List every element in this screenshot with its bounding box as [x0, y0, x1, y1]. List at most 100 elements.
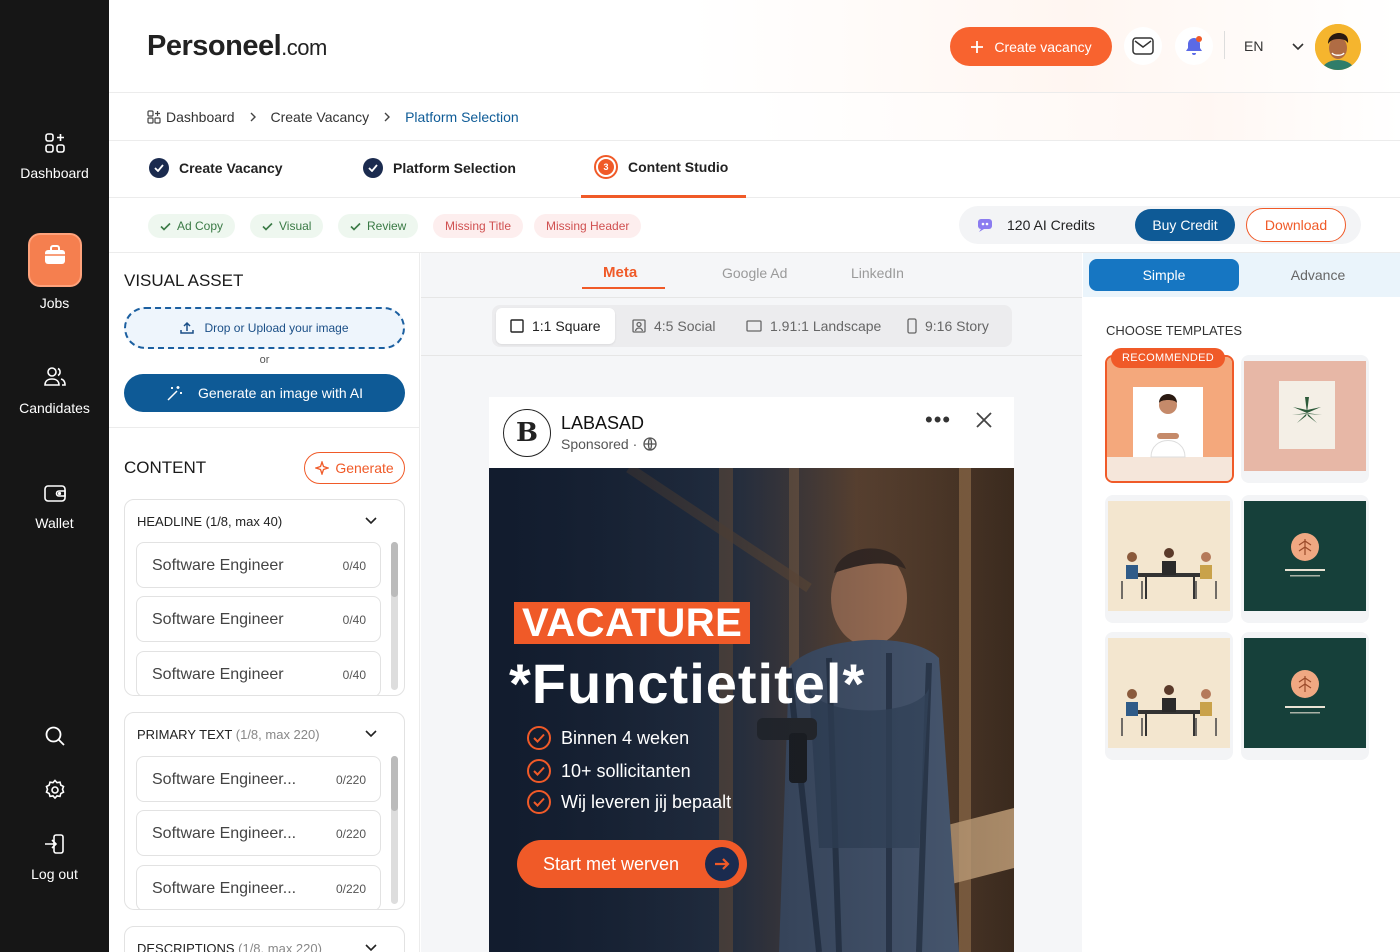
- breadcrumb-create-vacancy[interactable]: Create Vacancy: [271, 109, 370, 125]
- credits-label: 120 AI Credits: [1007, 217, 1095, 233]
- sidebar-item-jobs[interactable]: Jobs: [0, 233, 109, 311]
- step-label: Platform Selection: [393, 160, 516, 176]
- upload-dropzone[interactable]: Drop or Upload your image: [124, 307, 405, 349]
- logout-button[interactable]: Log out: [0, 832, 109, 882]
- magic-wand-icon: [167, 386, 182, 401]
- ad-image: VACATURE *Functietitel* Binnen 4 weken 1…: [489, 468, 1014, 952]
- template-card[interactable]: [1105, 495, 1233, 623]
- benefit-text: Binnen 4 weken: [561, 727, 690, 748]
- format-label: 1.91:1 Landscape: [770, 318, 882, 334]
- create-vacancy-button[interactable]: Create vacancy: [950, 27, 1112, 66]
- headline-field[interactable]: Software Engineer 0/40: [136, 651, 381, 695]
- generate-ai-label: Generate an image with AI: [198, 385, 363, 401]
- breadcrumb-platform-selection[interactable]: Platform Selection: [405, 109, 519, 125]
- close-icon[interactable]: [975, 411, 993, 429]
- format-social[interactable]: 4:5 Social: [618, 308, 729, 344]
- step-create-vacancy[interactable]: Create Vacancy: [149, 158, 283, 178]
- chevron-down-icon[interactable]: [364, 729, 378, 739]
- primary-text-field[interactable]: Software Engineer... 0/220: [136, 865, 381, 909]
- more-options-icon[interactable]: •••: [925, 407, 951, 433]
- primary-text-group: PRIMARY TEXT (1/8, max 220) Software Eng…: [124, 712, 405, 910]
- generate-ai-image-button[interactable]: Generate an image with AI: [124, 374, 405, 412]
- avatar[interactable]: [1315, 24, 1361, 70]
- download-button[interactable]: Download: [1246, 208, 1346, 242]
- chip-missing-title: Missing Title: [433, 214, 524, 238]
- headline-field[interactable]: Software Engineer 0/40: [136, 542, 381, 588]
- chip-missing-header: Missing Header: [534, 214, 642, 238]
- buy-credit-button[interactable]: Buy Credit: [1135, 209, 1235, 241]
- sidebar-item-dashboard[interactable]: Dashboard: [0, 131, 109, 181]
- template-card[interactable]: [1105, 355, 1234, 483]
- primary-text-field[interactable]: Software Engineer... 0/220: [136, 756, 381, 802]
- tab-meta[interactable]: Meta: [603, 264, 637, 281]
- notification-button[interactable]: [1175, 27, 1213, 65]
- brand-assets-dark-thumbnail: [1244, 501, 1366, 611]
- field-value: Software Engineer...: [152, 825, 297, 842]
- step-label: Content Studio: [628, 159, 729, 175]
- mode-simple[interactable]: Simple: [1089, 259, 1239, 291]
- chevron-right-icon: [250, 112, 256, 121]
- arrow-right-icon: [705, 847, 739, 881]
- logo-text: Personeel: [147, 30, 282, 62]
- format-square[interactable]: 1:1 Square: [496, 308, 615, 344]
- cta-button[interactable]: Start met werven: [517, 840, 747, 888]
- headline-field[interactable]: Software Engineer 0/40: [136, 596, 381, 642]
- generate-button[interactable]: Generate: [304, 452, 405, 484]
- chip-label: Ad Copy: [177, 219, 224, 233]
- headline-group: HEADLINE (1/8, max 40) Software Engineer…: [124, 499, 405, 696]
- bell-icon: [1186, 36, 1202, 55]
- gear-icon: [45, 779, 64, 800]
- field-value: Software Engineer: [152, 611, 284, 628]
- benefit-item: Binnen 4 weken: [527, 726, 689, 750]
- section-divider: [109, 427, 419, 428]
- mail-button[interactable]: [1124, 27, 1162, 65]
- brand-logo[interactable]: Personeel.com: [147, 30, 327, 63]
- settings-button[interactable]: [0, 778, 109, 812]
- char-count: 0/220: [335, 773, 366, 787]
- breadcrumb-dashboard[interactable]: Dashboard: [166, 109, 235, 125]
- chip-review: Review: [338, 214, 419, 238]
- mode-advance[interactable]: Advance: [1243, 259, 1393, 291]
- headline-title: HEADLINE (1/8, max 40): [137, 514, 283, 529]
- chip-ad-copy: Ad Copy: [148, 214, 236, 238]
- scrollbar[interactable]: [391, 756, 398, 904]
- primary-text-field[interactable]: Software Engineer... 0/220: [136, 810, 381, 856]
- primary-text-meta: (1/8, max 220): [235, 727, 320, 742]
- char-count: 0/220: [335, 882, 366, 896]
- or-separator: or: [259, 354, 270, 366]
- sidebar-item-wallet[interactable]: Wallet: [0, 481, 109, 531]
- search-button[interactable]: [0, 724, 109, 758]
- format-landscape[interactable]: 1.91:1 Landscape: [732, 308, 895, 344]
- benefit-text: 10+ sollicitanten: [561, 760, 691, 781]
- template-card[interactable]: [1105, 632, 1233, 760]
- active-tab-indicator: [582, 287, 665, 289]
- globe-icon: [643, 437, 657, 451]
- tab-linkedin[interactable]: LinkedIn: [851, 265, 904, 281]
- sidebar-item-candidates[interactable]: Candidates: [0, 364, 109, 416]
- chip-label: Missing Header: [546, 219, 630, 233]
- ai-credits-icon: [978, 219, 992, 232]
- person-portrait-thumbnail: [1107, 357, 1232, 481]
- mail-icon: [1132, 37, 1154, 55]
- tab-google-ad[interactable]: Google Ad: [722, 265, 787, 281]
- template-card[interactable]: [1241, 632, 1369, 760]
- char-count: 0/220: [335, 827, 366, 841]
- mode-toggle: Simple Advance: [1083, 253, 1400, 297]
- chevron-down-icon[interactable]: [364, 943, 378, 952]
- logo-suffix: .com: [281, 35, 327, 60]
- language-label: EN: [1244, 38, 1264, 54]
- briefcase-icon: [27, 233, 82, 287]
- sparkle-icon: [315, 461, 330, 475]
- template-card[interactable]: [1241, 495, 1369, 623]
- visual-asset-title: VISUAL ASSET: [124, 271, 244, 290]
- step-platform-selection[interactable]: Platform Selection: [363, 158, 516, 178]
- template-card[interactable]: [1241, 355, 1369, 483]
- step-content-studio[interactable]: 3 Content Studio: [594, 155, 728, 179]
- scrollbar[interactable]: [391, 542, 398, 690]
- brand-avatar: B: [503, 409, 551, 457]
- language-selector[interactable]: EN: [1244, 38, 1305, 54]
- chevron-down-icon[interactable]: [364, 516, 378, 526]
- format-story[interactable]: 9:16 Story: [893, 308, 1003, 344]
- benefit-text: Wij leveren jij bepaalt: [561, 791, 732, 812]
- platform-tabs: Meta Google Ad LinkedIn: [421, 253, 1082, 298]
